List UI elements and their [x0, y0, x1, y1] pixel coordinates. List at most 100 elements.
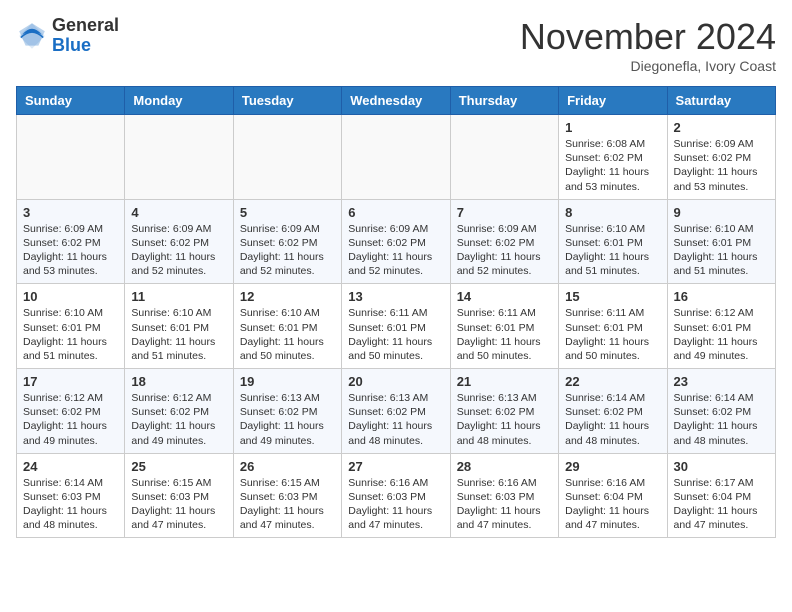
weekday-row: SundayMondayTuesdayWednesdayThursdayFrid…	[17, 87, 776, 115]
logo-text: General Blue	[52, 16, 119, 56]
day-info: Sunrise: 6:16 AM Sunset: 6:04 PM Dayligh…	[565, 476, 660, 533]
location: Diegonefla, Ivory Coast	[520, 58, 776, 74]
weekday-header-sunday: Sunday	[17, 87, 125, 115]
calendar-cell: 28 Sunrise: 6:16 AM Sunset: 6:03 PM Dayli…	[450, 453, 558, 538]
page-header: General Blue November 2024 Diegonefla, I…	[16, 16, 776, 74]
day-info: Sunrise: 6:16 AM Sunset: 6:03 PM Dayligh…	[457, 476, 552, 533]
weekday-header-wednesday: Wednesday	[342, 87, 450, 115]
calendar-week-row: 24Sunrise: 6:14 AM Sunset: 6:03 PM Dayli…	[17, 453, 776, 538]
calendar-cell: 14Sunrise: 6:11 AM Sunset: 6:01 PM Dayli…	[450, 284, 558, 369]
calendar-cell: 26 Sunrise: 6:15 AM Sunset: 6:03 PM Dayli…	[233, 453, 341, 538]
day-info: Sunrise: 6:11 AM Sunset: 6:01 PM Dayligh…	[457, 306, 552, 363]
logo-general: General	[52, 16, 119, 36]
calendar-week-row: 3Sunrise: 6:09 AM Sunset: 6:02 PM Daylig…	[17, 199, 776, 284]
calendar-week-row: 10 Sunrise: 6:10 AM Sunset: 6:01 PM Dayli…	[17, 284, 776, 369]
calendar-cell: 23 Sunrise: 6:14 AM Sunset: 6:02 PM Dayli…	[667, 369, 775, 454]
logo-blue: Blue	[52, 36, 119, 56]
day-info: Sunrise: 6:11 AM Sunset: 6:01 PM Dayligh…	[348, 306, 443, 363]
calendar-cell: 30 Sunrise: 6:17 AM Sunset: 6:04 PM Dayli…	[667, 453, 775, 538]
day-number: 9	[674, 205, 769, 220]
logo: General Blue	[16, 16, 119, 56]
weekday-header-friday: Friday	[559, 87, 667, 115]
day-number: 16	[674, 289, 769, 304]
calendar-cell: 5 Sunrise: 6:09 AM Sunset: 6:02 PM Daylig…	[233, 199, 341, 284]
weekday-header-tuesday: Tuesday	[233, 87, 341, 115]
day-info: Sunrise: 6:13 AM Sunset: 6:02 PM Dayligh…	[348, 391, 443, 448]
day-info: Sunrise: 6:14 AM Sunset: 6:02 PM Dayligh…	[674, 391, 769, 448]
calendar-cell: 15Sunrise: 6:11 AM Sunset: 6:01 PM Dayli…	[559, 284, 667, 369]
calendar-cell	[233, 115, 341, 200]
calendar-cell	[450, 115, 558, 200]
calendar-body: 1 Sunrise: 6:08 AM Sunset: 6:02 PM Daylig…	[17, 115, 776, 538]
day-info: Sunrise: 6:13 AM Sunset: 6:02 PM Dayligh…	[240, 391, 335, 448]
day-number: 29	[565, 459, 660, 474]
day-number: 10	[23, 289, 118, 304]
day-number: 28	[457, 459, 552, 474]
day-info: Sunrise: 6:13 AM Sunset: 6:02 PM Dayligh…	[457, 391, 552, 448]
calendar-cell: 25 Sunrise: 6:15 AM Sunset: 6:03 PM Dayli…	[125, 453, 233, 538]
day-info: Sunrise: 6:10 AM Sunset: 6:01 PM Dayligh…	[131, 306, 226, 363]
title-section: November 2024 Diegonefla, Ivory Coast	[520, 16, 776, 74]
day-info: Sunrise: 6:10 AM Sunset: 6:01 PM Dayligh…	[240, 306, 335, 363]
day-info: Sunrise: 6:10 AM Sunset: 6:01 PM Dayligh…	[23, 306, 118, 363]
day-info: Sunrise: 6:11 AM Sunset: 6:01 PM Dayligh…	[565, 306, 660, 363]
weekday-header-thursday: Thursday	[450, 87, 558, 115]
calendar-cell: 18 Sunrise: 6:12 AM Sunset: 6:02 PM Dayli…	[125, 369, 233, 454]
day-number: 21	[457, 374, 552, 389]
calendar-cell: 17Sunrise: 6:12 AM Sunset: 6:02 PM Dayli…	[17, 369, 125, 454]
day-info: Sunrise: 6:12 AM Sunset: 6:02 PM Dayligh…	[131, 391, 226, 448]
day-number: 7	[457, 205, 552, 220]
day-number: 17	[23, 374, 118, 389]
month-title: November 2024	[520, 16, 776, 58]
day-number: 19	[240, 374, 335, 389]
calendar-cell: 2 Sunrise: 6:09 AM Sunset: 6:02 PM Daylig…	[667, 115, 775, 200]
day-number: 23	[674, 374, 769, 389]
day-info: Sunrise: 6:09 AM Sunset: 6:02 PM Dayligh…	[674, 137, 769, 194]
day-number: 1	[565, 120, 660, 135]
day-number: 4	[131, 205, 226, 220]
day-number: 25	[131, 459, 226, 474]
day-number: 12	[240, 289, 335, 304]
day-number: 18	[131, 374, 226, 389]
calendar-cell: 9 Sunrise: 6:10 AM Sunset: 6:01 PM Daylig…	[667, 199, 775, 284]
calendar-cell: 12 Sunrise: 6:10 AM Sunset: 6:01 PM Dayli…	[233, 284, 341, 369]
day-number: 2	[674, 120, 769, 135]
logo-icon	[16, 20, 48, 52]
day-info: Sunrise: 6:10 AM Sunset: 6:01 PM Dayligh…	[674, 222, 769, 279]
calendar-cell: 22 Sunrise: 6:14 AM Sunset: 6:02 PM Dayli…	[559, 369, 667, 454]
day-info: Sunrise: 6:10 AM Sunset: 6:01 PM Dayligh…	[565, 222, 660, 279]
calendar-cell: 6Sunrise: 6:09 AM Sunset: 6:02 PM Daylig…	[342, 199, 450, 284]
day-number: 5	[240, 205, 335, 220]
day-number: 20	[348, 374, 443, 389]
weekday-header-monday: Monday	[125, 87, 233, 115]
day-info: Sunrise: 6:08 AM Sunset: 6:02 PM Dayligh…	[565, 137, 660, 194]
calendar-cell: 4 Sunrise: 6:09 AM Sunset: 6:02 PM Daylig…	[125, 199, 233, 284]
day-number: 22	[565, 374, 660, 389]
day-info: Sunrise: 6:14 AM Sunset: 6:02 PM Dayligh…	[565, 391, 660, 448]
day-number: 11	[131, 289, 226, 304]
day-info: Sunrise: 6:09 AM Sunset: 6:02 PM Dayligh…	[457, 222, 552, 279]
day-info: Sunrise: 6:09 AM Sunset: 6:02 PM Dayligh…	[131, 222, 226, 279]
day-info: Sunrise: 6:09 AM Sunset: 6:02 PM Dayligh…	[240, 222, 335, 279]
day-number: 26	[240, 459, 335, 474]
day-info: Sunrise: 6:15 AM Sunset: 6:03 PM Dayligh…	[131, 476, 226, 533]
day-number: 27	[348, 459, 443, 474]
calendar-cell: 11 Sunrise: 6:10 AM Sunset: 6:01 PM Dayli…	[125, 284, 233, 369]
calendar-cell: 19 Sunrise: 6:13 AM Sunset: 6:02 PM Dayli…	[233, 369, 341, 454]
day-info: Sunrise: 6:15 AM Sunset: 6:03 PM Dayligh…	[240, 476, 335, 533]
calendar-cell: 13 Sunrise: 6:11 AM Sunset: 6:01 PM Dayli…	[342, 284, 450, 369]
day-number: 13	[348, 289, 443, 304]
calendar-cell	[125, 115, 233, 200]
calendar-cell: 7 Sunrise: 6:09 AM Sunset: 6:02 PM Daylig…	[450, 199, 558, 284]
calendar-cell	[17, 115, 125, 200]
day-number: 30	[674, 459, 769, 474]
calendar-cell: 10 Sunrise: 6:10 AM Sunset: 6:01 PM Dayli…	[17, 284, 125, 369]
day-number: 8	[565, 205, 660, 220]
calendar-cell: 3Sunrise: 6:09 AM Sunset: 6:02 PM Daylig…	[17, 199, 125, 284]
calendar-cell: 24Sunrise: 6:14 AM Sunset: 6:03 PM Dayli…	[17, 453, 125, 538]
calendar-cell: 29 Sunrise: 6:16 AM Sunset: 6:04 PM Dayli…	[559, 453, 667, 538]
calendar-cell: 27Sunrise: 6:16 AM Sunset: 6:03 PM Dayli…	[342, 453, 450, 538]
day-info: Sunrise: 6:17 AM Sunset: 6:04 PM Dayligh…	[674, 476, 769, 533]
day-info: Sunrise: 6:09 AM Sunset: 6:02 PM Dayligh…	[23, 222, 118, 279]
calendar-cell: 16Sunrise: 6:12 AM Sunset: 6:01 PM Dayli…	[667, 284, 775, 369]
